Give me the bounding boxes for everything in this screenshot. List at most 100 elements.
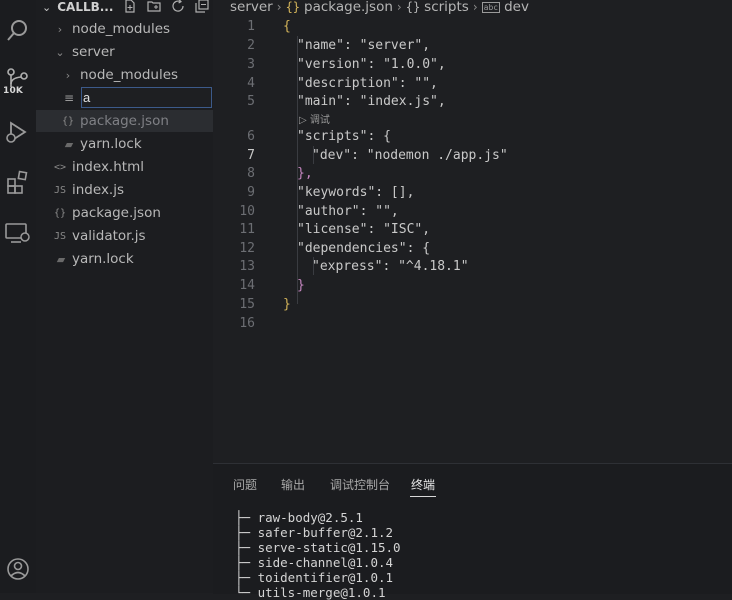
terminal-line: ├─ raw-body@2.5.1	[235, 510, 363, 525]
line-number: 10	[239, 203, 255, 219]
object-icon: {}	[405, 0, 421, 14]
code-text: "dev": "nodemon ./app.js"	[312, 147, 508, 163]
html-file-icon: <>	[53, 161, 67, 173]
code-line: 13 "express": "^4.18.1"	[213, 257, 468, 275]
code-text: "version": "1.0.0",	[297, 56, 446, 72]
tree-item-label: index.js	[72, 182, 125, 198]
tree-item-validator-js[interactable]: JS validator.js	[36, 225, 213, 247]
json-file-icon: {}	[61, 115, 75, 127]
line-number: 11	[239, 221, 255, 237]
breadcrumb-item[interactable]: server	[230, 0, 273, 15]
code-text: },	[297, 165, 313, 181]
js-file-icon: JS	[53, 230, 67, 242]
line-number: 4	[247, 75, 255, 91]
code-line: 2 "name": "server",	[213, 36, 430, 54]
run-debug-icon[interactable]	[0, 120, 36, 144]
new-file-icon[interactable]	[123, 0, 137, 17]
code-text: }	[297, 277, 305, 293]
line-number: 13	[239, 258, 255, 274]
refresh-icon[interactable]	[171, 0, 185, 17]
chevron-down-icon[interactable]: ⌄	[42, 1, 51, 14]
explorer-header: ⌄ CALLB...	[36, 0, 213, 14]
code-text: "name": "server",	[297, 37, 431, 53]
code-line: 12 "dependencies": {	[213, 239, 430, 257]
workspace-title[interactable]: CALLB...	[57, 0, 113, 14]
code-text: "scripts": {	[297, 128, 391, 144]
code-line: 8 },	[213, 164, 312, 182]
search-icon[interactable]	[0, 18, 36, 42]
tree-item-index-js[interactable]: JS index.js	[36, 179, 213, 201]
tab-terminal[interactable]: 终端	[411, 476, 435, 493]
tree-item-package-json[interactable]: {} package.json	[36, 202, 213, 224]
chevron-right-icon: ›	[65, 68, 71, 82]
chevron-right-icon: ›	[57, 22, 63, 36]
code-editor[interactable]: server › {} package.json › {} scripts › …	[213, 0, 732, 463]
breadcrumb-item[interactable]: dev	[504, 0, 529, 15]
code-text: {	[283, 18, 291, 34]
tree-item-label: index.html	[72, 159, 144, 175]
tree-item-label: yarn.lock	[80, 136, 142, 152]
debug-codelens[interactable]: ▷ 调试	[299, 111, 330, 126]
account-icon[interactable]	[0, 557, 36, 581]
tab-output[interactable]: 输出	[281, 476, 305, 493]
code-line: 3 "version": "1.0.0",	[213, 55, 446, 73]
lock-file-icon: ▰	[56, 252, 66, 266]
bottom-panel: 问题 输出 调试控制台 终端 ├─ raw-body@2.5.1 ├─ safe…	[213, 463, 732, 600]
tree-item-server-node-modules[interactable]: › node_modules	[36, 64, 213, 86]
tree-item-node-modules[interactable]: › node_modules	[36, 18, 213, 40]
json-file-icon: {}	[53, 207, 67, 219]
tree-item-label: package.json	[80, 113, 169, 129]
code-line: 5 "main": "index.js",	[213, 92, 446, 110]
code-line: 11 "license": "ISC",	[213, 220, 430, 238]
breadcrumb-item[interactable]: package.json	[304, 0, 393, 15]
new-folder-icon[interactable]	[147, 0, 162, 17]
code-text: "author": "",	[297, 203, 399, 219]
tree-item-index-html[interactable]: <> index.html	[36, 156, 213, 178]
tree-item-label: validator.js	[72, 228, 146, 244]
terminal-line: ├─ toidentifier@1.0.1	[235, 570, 394, 585]
active-tab-indicator	[410, 496, 436, 497]
line-number: 7	[247, 147, 255, 163]
line-number: 9	[247, 184, 255, 200]
code-line: 10 "author": "",	[213, 202, 398, 220]
line-number: 6	[247, 128, 255, 144]
rename-input[interactable]	[81, 87, 212, 108]
code-line: 1 {	[213, 17, 291, 35]
breadcrumb: server › {} package.json › {} scripts › …	[230, 0, 529, 15]
line-number: 1	[247, 18, 255, 34]
extensions-icon[interactable]	[0, 170, 36, 194]
code-line: 15 }	[213, 295, 290, 313]
code-text: "dependencies": {	[297, 240, 431, 256]
tree-item-server-yarn-lock[interactable]: ▰ yarn.lock	[36, 133, 213, 155]
tree-item-yarn-lock[interactable]: ▰ yarn.lock	[36, 248, 213, 270]
line-number: 14	[239, 277, 255, 293]
code-line: 7 "dev": "nodemon ./app.js"	[213, 146, 508, 164]
tab-problems[interactable]: 问题	[233, 476, 257, 493]
remote-explorer-icon[interactable]	[0, 222, 36, 244]
line-number: 12	[239, 240, 255, 256]
tab-debug-console[interactable]: 调试控制台	[330, 476, 390, 493]
text-file-icon: ≡	[64, 91, 75, 105]
tree-item-server-package-json[interactable]: {} package.json	[36, 110, 213, 132]
chevron-down-icon: ⌄	[55, 45, 65, 59]
line-number: 15	[239, 296, 255, 312]
line-number: 8	[247, 165, 255, 181]
chevron-right-icon: ›	[276, 0, 282, 14]
tree-item-label: node_modules	[80, 67, 179, 83]
line-number: 3	[247, 56, 255, 72]
collapse-all-icon[interactable]	[195, 0, 210, 17]
activity-bar: 10K	[0, 0, 36, 593]
explorer-sidebar: ⌄ CALLB... › node_modules ⌄ server › nod…	[36, 0, 213, 593]
code-line: 4 "description": "",	[213, 74, 438, 92]
code-text: "description": "",	[297, 75, 438, 91]
code-line: 6 "scripts": {	[213, 127, 391, 145]
code-text: "license": "ISC",	[297, 221, 431, 237]
tree-item-label: package.json	[72, 205, 161, 221]
breadcrumb-item[interactable]: scripts	[424, 0, 469, 15]
tree-item-label: server	[72, 44, 115, 60]
source-control-icon[interactable]	[0, 68, 36, 88]
code-text: "keywords": [],	[297, 184, 415, 200]
tree-item-server[interactable]: ⌄ server	[36, 41, 213, 63]
code-line: 9 "keywords": [],	[213, 183, 414, 201]
code-line: 14 }	[213, 276, 304, 294]
